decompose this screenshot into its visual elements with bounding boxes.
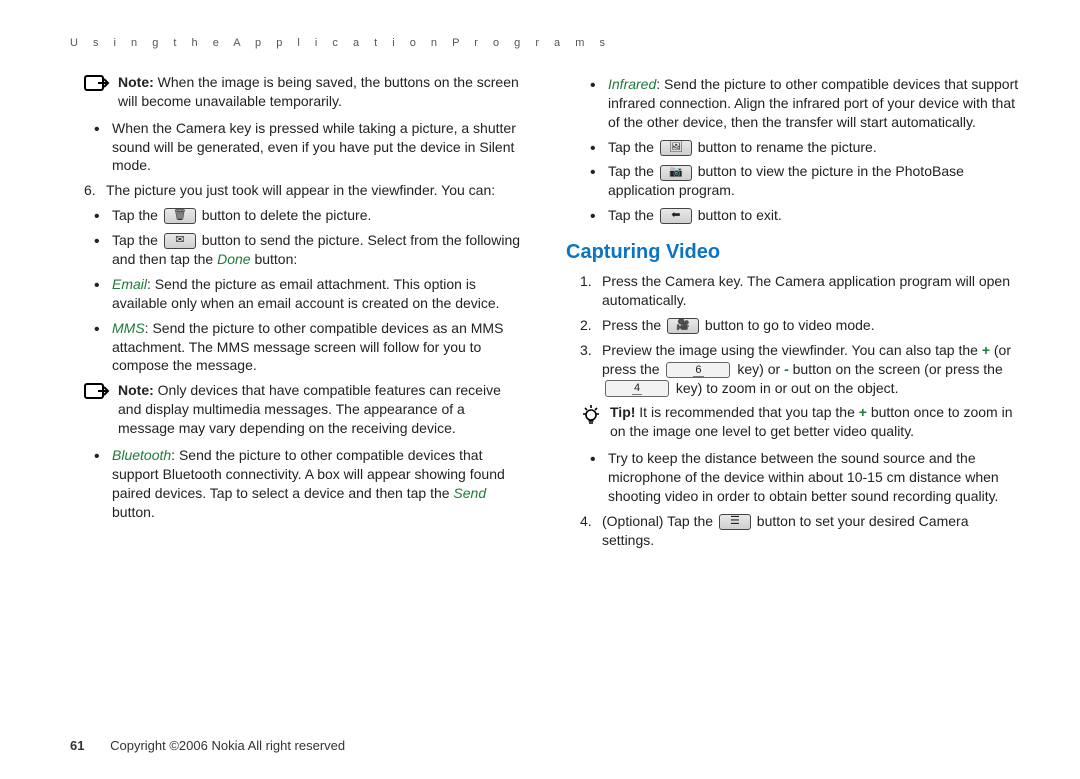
text: Preview the image using the viewfinder. … <box>602 342 982 358</box>
trash-icon: 🗑 <box>164 208 196 224</box>
send-label: Send <box>453 485 486 501</box>
list-item: Email: Send the picture as email attachm… <box>94 275 524 313</box>
email-label: Email <box>112 276 147 292</box>
list-item: 6. The picture you just took will appear… <box>84 181 524 200</box>
plus-symbol: + <box>859 404 867 420</box>
note-body-text: When the image is being saved, the butto… <box>118 74 519 109</box>
text: button to go to video mode. <box>701 317 875 333</box>
envelope-icon: ✉ <box>164 233 196 249</box>
text: : Send the picture to other compatible d… <box>608 76 1018 130</box>
text: : Send the picture to other compatible d… <box>112 447 505 501</box>
tip-text: Tip! It is recommended that you tap the … <box>610 403 1020 441</box>
step-number: 4. <box>580 512 592 531</box>
text: Tap the <box>608 139 658 155</box>
two-column-body: Note: When the image is being saved, the… <box>70 69 1020 556</box>
step-text: Press the Camera key. The Camera applica… <box>602 273 1010 308</box>
step-number: 1. <box>580 272 592 291</box>
text: : Send the picture to other compatible d… <box>112 320 503 374</box>
page-number: 61 <box>70 738 84 753</box>
list-item: Infrared: Send the picture to other comp… <box>590 75 1020 132</box>
note-block: Note: Only devices that have compatible … <box>84 381 524 438</box>
list-item: MMS: Send the picture to other compatibl… <box>94 319 524 376</box>
bullet-list: Tap the 🗑 button to delete the picture. … <box>94 206 524 375</box>
section-header: U s i n g t h e A p p l i c a t i o n P … <box>70 36 1020 51</box>
note-body-text: Only devices that have compatible featur… <box>118 382 501 436</box>
text: Tap the <box>112 207 162 223</box>
note-text: Note: When the image is being saved, the… <box>118 73 524 111</box>
step-text: The picture you just took will appear in… <box>106 182 495 198</box>
list-item: Try to keep the distance between the sou… <box>590 449 1020 506</box>
text: button to delete the picture. <box>198 207 372 223</box>
text: Tap the <box>608 163 658 179</box>
copyright: Copyright ©2006 Nokia All right reserved <box>110 738 345 753</box>
text: button. <box>112 504 155 520</box>
infrared-label: Infrared <box>608 76 656 92</box>
bullet-list: Infrared: Send the picture to other comp… <box>590 75 1020 225</box>
key-6-icon: 6 <box>666 362 730 379</box>
step-number: 2. <box>580 316 592 335</box>
text: button to rename the picture. <box>694 139 877 155</box>
page-footer: 61 Copyright ©2006 Nokia All right reser… <box>70 737 345 755</box>
list-item: Tap the 📷 button to view the picture in … <box>590 162 1020 200</box>
note-icon <box>84 73 110 98</box>
note-block: Note: When the image is being saved, the… <box>84 73 524 111</box>
list-item: 1. Press the Camera key. The Camera appl… <box>580 272 1020 310</box>
mms-label: MMS <box>112 320 145 336</box>
bullet-list: Try to keep the distance between the sou… <box>590 449 1020 506</box>
step-number: 3. <box>580 341 592 360</box>
list-item: Bluetooth: Send the picture to other com… <box>94 446 524 522</box>
key-4-icon: 4 <box>605 380 669 397</box>
step-number: 6. <box>84 181 96 200</box>
settings-icon: ☰ <box>719 514 751 530</box>
tip-block: Tip! It is recommended that you tap the … <box>580 403 1020 441</box>
list-item: When the Camera key is pressed while tak… <box>94 119 524 176</box>
list-item: Tap the ✉ button to send the picture. Se… <box>94 231 524 269</box>
note-icon <box>84 381 110 406</box>
list-item: 4. (Optional) Tap the ☰ button to set yo… <box>580 512 1020 550</box>
right-column: Infrared: Send the picture to other comp… <box>566 69 1020 556</box>
step-list: 6. The picture you just took will appear… <box>84 181 524 200</box>
text: : Send the picture as email attachment. … <box>112 276 500 311</box>
text: (Optional) Tap the <box>602 513 717 529</box>
bullet-list: Bluetooth: Send the picture to other com… <box>94 446 524 522</box>
manual-page: U s i n g t h e A p p l i c a t i o n P … <box>0 0 1080 779</box>
list-item: Tap the 🗑 button to delete the picture. <box>94 206 524 225</box>
note-label: Note: <box>118 382 154 398</box>
text: button on the screen (or press the <box>789 361 1003 377</box>
plus-symbol: + <box>982 342 990 358</box>
photobase-icon: 📷 <box>660 165 692 181</box>
list-item: Tap the ⬅ button to exit. <box>590 206 1020 225</box>
bullet-list: When the Camera key is pressed while tak… <box>94 119 524 176</box>
bluetooth-label: Bluetooth <box>112 447 171 463</box>
text: button: <box>251 251 298 267</box>
text: key) or <box>733 361 784 377</box>
text: Tap the <box>608 207 658 223</box>
done-label: Done <box>217 251 250 267</box>
text: key) to zoom in or out on the object. <box>672 380 898 396</box>
back-arrow-icon: ⬅ <box>660 208 692 224</box>
step-list: 4. (Optional) Tap the ☰ button to set yo… <box>580 512 1020 550</box>
left-column: Note: When the image is being saved, the… <box>70 69 524 556</box>
text: Press the <box>602 317 665 333</box>
picture-icon: 🖼 <box>660 140 692 156</box>
subsection-heading: Capturing Video <box>566 239 1020 266</box>
list-item: 3. Preview the image using the viewfinde… <box>580 341 1020 398</box>
tip-label: Tip! <box>610 404 635 420</box>
note-label: Note: <box>118 74 154 90</box>
text: button to exit. <box>694 207 782 223</box>
video-mode-icon: 🎥 <box>667 318 699 334</box>
list-item: Tap the 🖼 button to rename the picture. <box>590 138 1020 157</box>
text: Tap the <box>112 232 162 248</box>
note-text: Note: Only devices that have compatible … <box>118 381 524 438</box>
step-list: 1. Press the Camera key. The Camera appl… <box>580 272 1020 397</box>
list-item: 2. Press the 🎥 button to go to video mod… <box>580 316 1020 335</box>
lightbulb-icon <box>580 403 602 427</box>
text: It is recommended that you tap the <box>635 404 858 420</box>
